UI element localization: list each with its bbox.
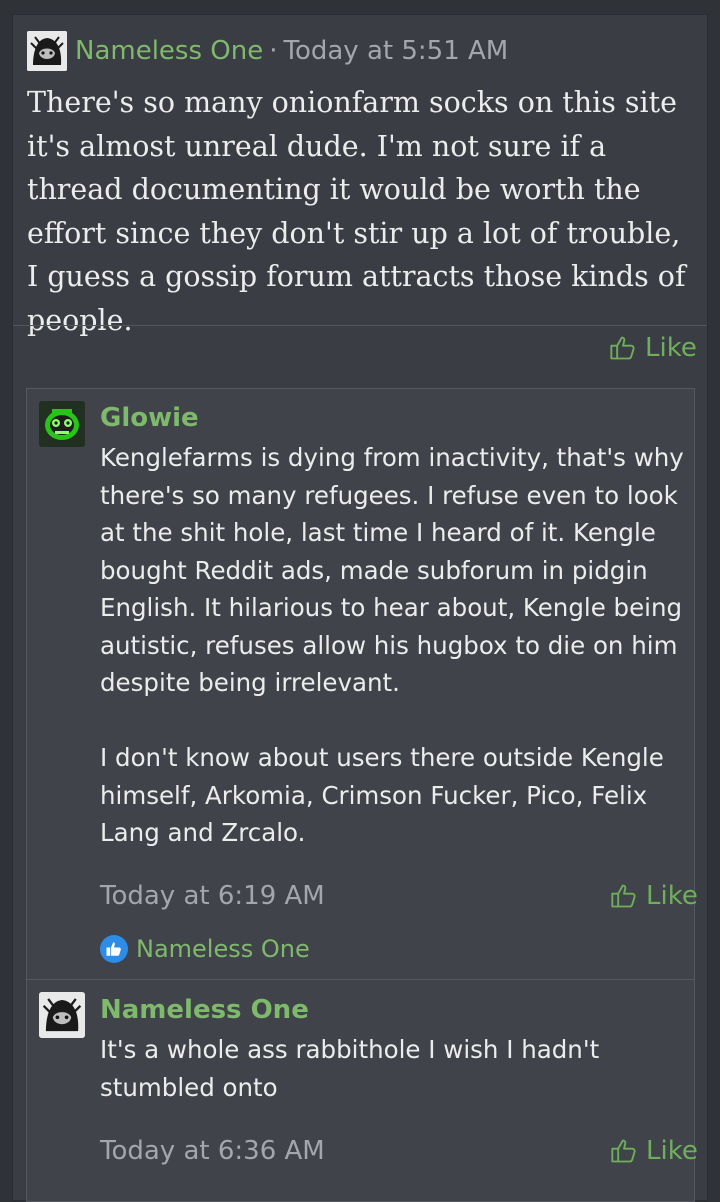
- reply-body: It's a whole ass rabbithole I wish I had…: [100, 1035, 600, 1102]
- divider: [27, 979, 694, 980]
- post: Nameless One · Today at 5:51 AM There's …: [12, 14, 708, 1202]
- separator: ·: [269, 36, 278, 66]
- like-label: Like: [646, 1136, 698, 1166]
- reaction-user[interactable]: Nameless One: [136, 935, 310, 963]
- post-body: There's so many onionfarm socks on this …: [27, 86, 686, 337]
- reply-author[interactable]: Nameless One: [100, 995, 309, 1025]
- replies-container: Glowie Kenglefarms is dying from inactiv…: [26, 388, 698, 1202]
- post-like-button[interactable]: Like: [609, 333, 697, 363]
- divider: [13, 325, 707, 326]
- like-label: Like: [646, 881, 698, 911]
- post-author[interactable]: Nameless One: [75, 36, 263, 66]
- thumbs-up-icon: [610, 336, 635, 360]
- reply-time[interactable]: Today at 6:36 AM: [100, 1136, 325, 1166]
- avatar[interactable]: [27, 31, 67, 71]
- avatar[interactable]: [39, 992, 85, 1038]
- thumbs-up-icon: [611, 884, 636, 908]
- reply-like-button[interactable]: Like: [610, 881, 698, 911]
- post-time[interactable]: Today at 5:51 AM: [284, 36, 509, 66]
- thumbs-up-icon: [611, 1139, 636, 1163]
- like-label: Like: [645, 333, 697, 363]
- reply-author[interactable]: Glowie: [100, 403, 199, 433]
- avatar[interactable]: [39, 401, 85, 447]
- post-header: Nameless One · Today at 5:51 AM: [27, 31, 508, 71]
- like-reaction-icon: [100, 935, 128, 963]
- reply-body: Kenglefarms is dying from inactivity, th…: [100, 443, 684, 847]
- reaction-summary[interactable]: Nameless One: [100, 935, 310, 963]
- reply-like-button[interactable]: Like: [610, 1136, 698, 1166]
- reply-time[interactable]: Today at 6:19 AM: [100, 881, 325, 911]
